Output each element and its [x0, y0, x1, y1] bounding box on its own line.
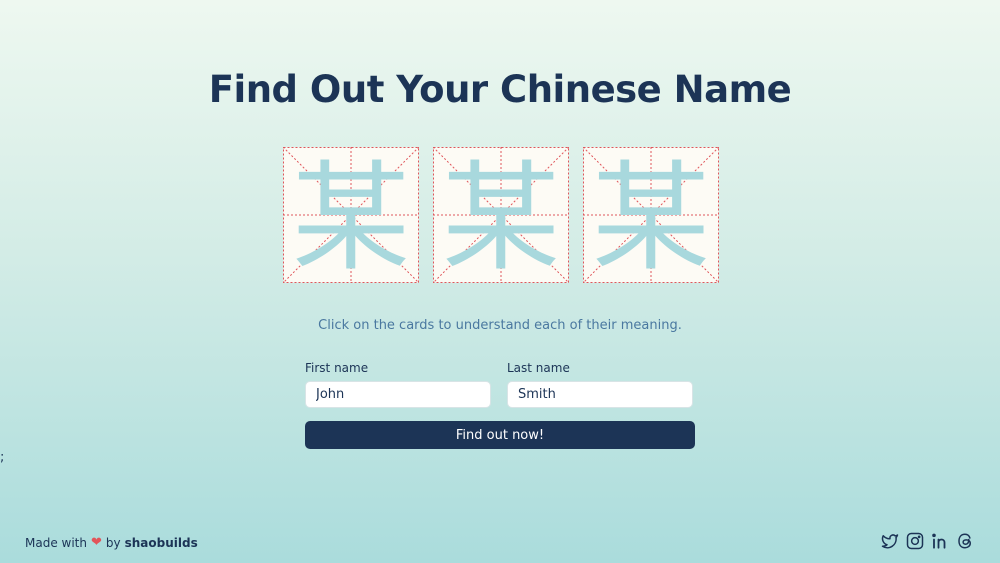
footer-credit: Made with ❤ by shaobuilds — [25, 535, 198, 550]
card-character: 某 — [292, 149, 410, 283]
last-name-label: Last name — [507, 361, 570, 375]
first-name-input[interactable] — [305, 381, 491, 408]
grid-card-1-svg: 某 — [283, 147, 419, 283]
card-character: 某 — [592, 149, 710, 283]
card-character: 某 — [442, 149, 560, 283]
find-out-button[interactable]: Find out now! — [305, 421, 695, 449]
social-links — [881, 532, 974, 550]
character-card-3[interactable]: 某 — [583, 147, 719, 283]
threads-icon[interactable] — [956, 532, 974, 550]
stray-semicolon: ; — [0, 450, 5, 465]
page-title: Find Out Your Chinese Name — [208, 68, 792, 111]
author-link[interactable]: shaobuilds — [125, 536, 198, 550]
instruction-text: Click on the cards to understand each of… — [318, 318, 682, 333]
character-card-2[interactable]: 某 — [433, 147, 569, 283]
grid-card-3-svg: 某 — [583, 147, 719, 283]
by-text: by — [105, 535, 121, 550]
grid-card-2-svg: 某 — [433, 147, 569, 283]
heart-icon: ❤ — [90, 535, 102, 550]
twitter-icon[interactable] — [881, 532, 899, 550]
linkedin-icon[interactable] — [931, 532, 949, 550]
first-name-label: First name — [305, 361, 369, 375]
last-name-input[interactable] — [507, 381, 693, 408]
instagram-icon[interactable] — [906, 532, 924, 550]
made-with-text: Made with — [25, 535, 87, 550]
character-cards: 某 某 某 — [283, 147, 719, 283]
character-card-1[interactable]: 某 — [283, 147, 419, 283]
